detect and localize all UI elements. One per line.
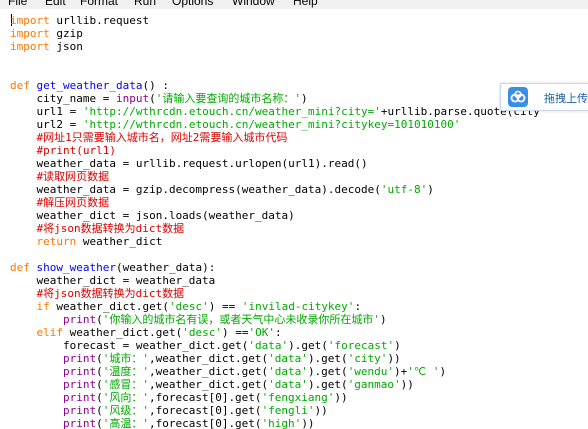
code-line-26: forecast = weather_dict.get('data').get(… (10, 339, 401, 352)
code-line-8: url1 = 'http://wthrcdn.etouch.cn/weather… (10, 105, 540, 118)
code-line-30: print('风向：',forecast[0].get('fengxiang')… (10, 391, 348, 404)
code-line-15: #解压网页数据 (10, 196, 110, 209)
code-line-32: print('高温：',forecast[0].get('high')) (10, 417, 315, 429)
code-line-3: import json (10, 40, 83, 53)
code-line-27: print('城市：',weather_dict.get('data').get… (10, 352, 401, 365)
code-line-11: #print(url1) (10, 144, 116, 157)
code-line-9: url2 = 'http://wthrcdn.etouch.cn/weather… (10, 118, 461, 131)
code-line-24: print('你输入的城市名有误，或者天气中心未收录你所在城市') (10, 313, 387, 326)
code-line-23: if weather_dict.get('desc') == 'invilad-… (10, 300, 362, 313)
drag-upload-label: 拖拽上传 (544, 93, 588, 105)
code-line-10: #网址1只需要输入城市名，网址2需要输入城市代码 (10, 131, 288, 144)
menu-options[interactable]: Options (172, 0, 213, 8)
menu-help[interactable]: Help (293, 0, 318, 8)
code-editor[interactable]: import urllib.request import gzip import… (0, 9, 588, 429)
code-line-21: weather_dict = weather_data (10, 274, 216, 287)
code-line-29: print('感冒：',weather_dict.get('data').get… (10, 378, 414, 391)
code-line-7: city_name = input('请输入要查询的城市名称：') (10, 92, 308, 105)
code-line-1: import urllib.request (10, 14, 150, 27)
drag-upload-widget[interactable]: 拖拽上传 (500, 83, 588, 111)
code-line-31: print('风级：',forecast[0].get('fengli')) (10, 404, 328, 417)
cloud-upload-icon (508, 87, 528, 107)
code-line-22: #将json数据转换为dict数据 (10, 287, 185, 300)
menu-window[interactable]: Window (232, 0, 275, 8)
code-line-2: import gzip (10, 27, 83, 40)
code-line-12: weather_data = urllib.request.urlopen(ur… (10, 157, 368, 170)
menu-format[interactable]: Format (80, 0, 118, 8)
code-line-28: print('温度：',weather_dict.get('data').get… (10, 365, 447, 378)
code-line-14: weather_data = gzip.decompress(weather_d… (10, 183, 434, 196)
code-line-17: #将json数据转换为dict数据 (10, 222, 185, 235)
code-line-20: def show_weather(weather_data): (10, 261, 216, 274)
code-line-25: elif weather_dict.get('desc') =='OK': (10, 326, 282, 339)
menu-file[interactable]: File (8, 0, 27, 8)
menu-bar: File Edit Format Run Options Window Help (0, 0, 588, 9)
code-line-13: #读取网页数据 (10, 170, 110, 183)
code-line-6: def get_weather_data() : (10, 79, 169, 92)
code-line-18: return weather_dict (10, 235, 163, 248)
menu-edit[interactable]: Edit (45, 0, 66, 8)
menu-run[interactable]: Run (134, 0, 156, 8)
code-line-16: weather_dict = json.loads(weather_data) (10, 209, 295, 222)
